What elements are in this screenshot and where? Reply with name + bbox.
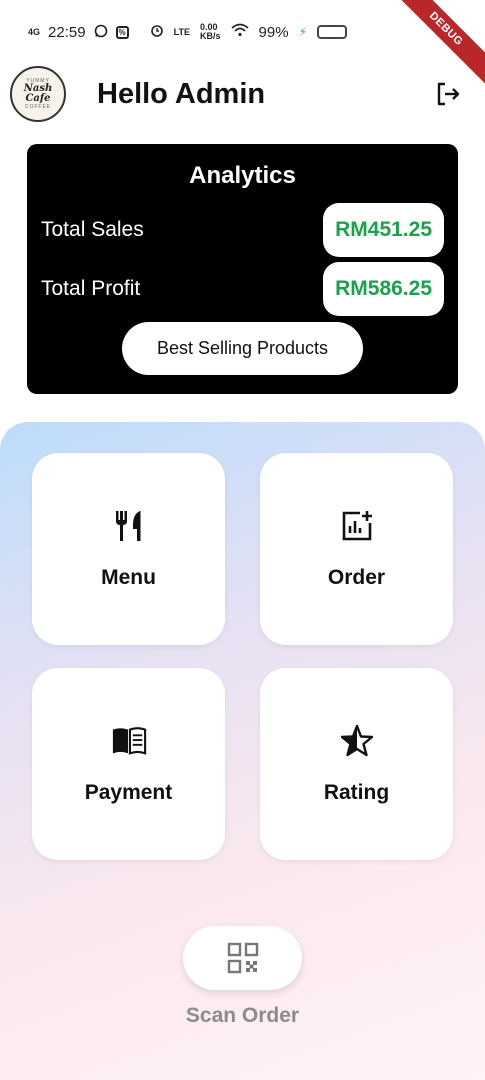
qr-code-icon [227,942,258,974]
wifi-icon [230,23,249,41]
order-tile[interactable]: Order [260,453,453,645]
charging-icon: ⚡ [298,25,307,39]
star-icon [339,723,375,759]
greeting-title: Hello Admin [97,77,266,110]
chart-add-icon [339,508,375,544]
analytics-card: Analytics Total Sales RM451.25 Total Pro… [27,144,458,394]
menu-label: Menu [101,566,156,589]
book-icon [111,723,147,759]
header: YUMMY Nash Cafe COFFEE Hello Admin [10,66,465,122]
scan-order-label: Scan Order [185,1004,300,1027]
total-profit-label: Total Profit [41,277,141,300]
notification-icon: % [115,25,129,39]
logo-bottom-text: COFFEE [24,104,52,110]
cafe-logo: YUMMY Nash Cafe COFFEE [10,66,66,122]
rating-tile[interactable]: Rating [260,668,453,860]
best-selling-products-button[interactable]: Best Selling Products [122,322,363,375]
battery-percent: 99% [258,23,289,41]
logout-button[interactable] [431,77,465,111]
total-profit-row: Total Profit RM586.25 [41,262,444,316]
total-sales-label: Total Sales [41,218,144,241]
status-time: 22:59 [48,23,86,41]
fork-knife-icon [111,508,147,544]
whatsapp-icon [94,24,108,41]
data-speed: 0.00 KB/s [200,22,221,41]
status-left: 4G 22:59 % [28,24,129,41]
rating-label: Rating [323,781,390,804]
order-label: Order [327,566,386,589]
analytics-title: Analytics [189,162,296,189]
scan-order-button[interactable] [183,926,302,990]
lte-indicator: LTE [173,26,191,37]
payment-tile[interactable]: Payment [32,668,225,860]
battery-icon [317,25,347,39]
logout-icon [437,82,460,106]
payment-label: Payment [84,781,173,804]
total-profit-value: RM586.25 [323,262,444,316]
menu-tile[interactable]: Menu [32,453,225,645]
network-indicator: 4G [28,26,41,37]
logo-name: Nash Cafe [23,83,53,104]
total-sales-row: Total Sales RM451.25 [41,203,444,257]
alarm-icon [150,23,164,41]
total-sales-value: RM451.25 [323,203,444,257]
